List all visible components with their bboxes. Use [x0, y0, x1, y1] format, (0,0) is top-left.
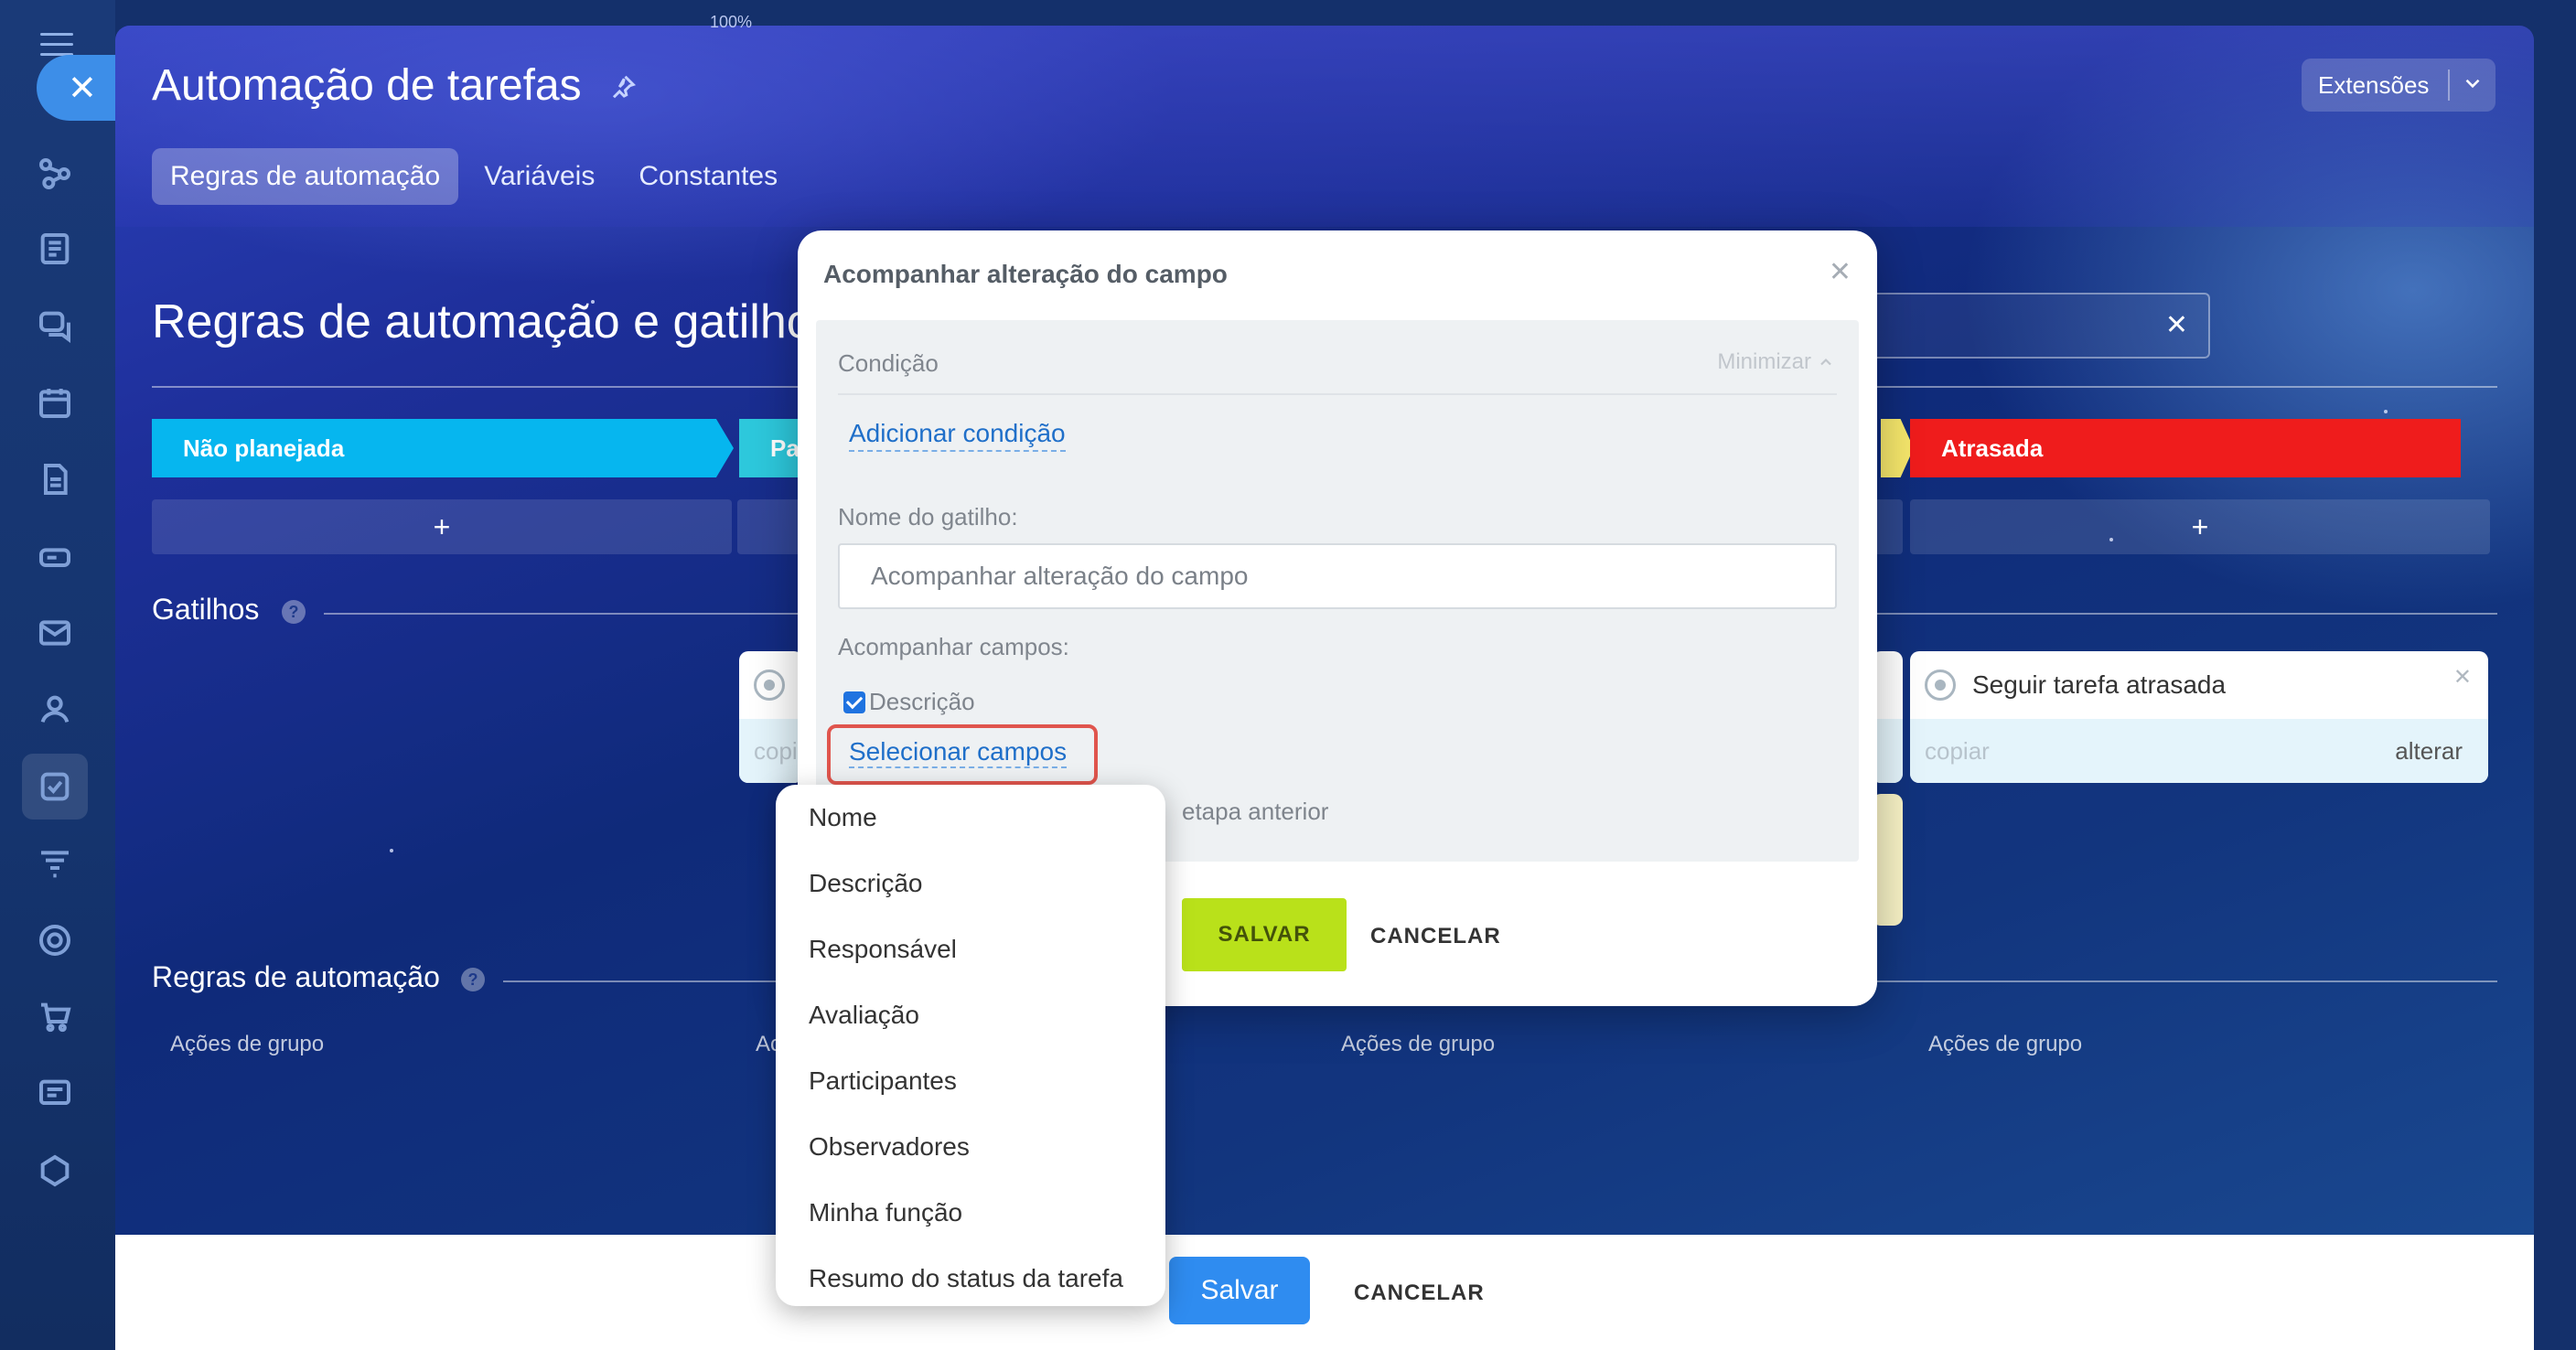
filter-icon[interactable]	[35, 843, 75, 884]
board-icon[interactable]	[35, 1074, 75, 1114]
fields-dropdown: Nome Descrição Responsável Avaliação Par…	[776, 785, 1165, 1306]
tab-constants[interactable]: Constantes	[620, 148, 796, 205]
dropdown-option[interactable]: Participantes	[809, 1066, 957, 1096]
group-actions-link[interactable]: Ações de grupo	[1928, 1032, 2082, 1057]
alter-link[interactable]: alterar	[2395, 737, 2463, 766]
trigger-icon	[754, 670, 785, 701]
chevron-down-icon[interactable]	[2461, 71, 2485, 95]
trigger-card[interactable]: copia	[739, 651, 803, 783]
stage-not-planned[interactable]: Não planejada	[152, 419, 734, 477]
cancel-button[interactable]: CANCELAR	[1354, 1280, 1485, 1306]
save-button[interactable]: Salvar	[1169, 1257, 1310, 1324]
tab-bar: Regras de automação Variáveis Constantes	[152, 148, 803, 205]
group-actions-link[interactable]: Ações de grupo	[170, 1032, 324, 1057]
extensions-label: Extensões	[2318, 70, 2430, 99]
select-fields-highlight: Selecionar campos	[827, 724, 1098, 785]
chat-icon[interactable]	[35, 305, 75, 346]
add-condition-link[interactable]: Adicionar condição	[849, 419, 1066, 452]
menu-icon[interactable]	[40, 33, 73, 57]
drive-icon[interactable]	[35, 536, 75, 576]
dropdown-option[interactable]: Descrição	[809, 869, 922, 898]
checkbox[interactable]	[843, 691, 865, 713]
tasks-icon[interactable]	[22, 754, 88, 820]
document-icon[interactable]	[35, 459, 75, 499]
trigger-icon	[1925, 670, 1956, 701]
checkbox-label: Descrição	[869, 688, 975, 715]
clear-icon[interactable]: ✕	[2165, 309, 2188, 341]
add-rule-button[interactable]: +	[152, 499, 732, 554]
field-checkbox-row[interactable]: Descrição	[843, 688, 975, 716]
dropdown-option[interactable]: Avaliação	[809, 1001, 919, 1030]
extension-icon[interactable]	[35, 1151, 75, 1191]
dialog-title: Acompanhar alteração do campo	[823, 260, 1228, 288]
dropdown-option[interactable]: Responsável	[809, 935, 957, 964]
dropdown-option[interactable]: Observadores	[809, 1132, 970, 1162]
pin-icon[interactable]	[609, 73, 637, 101]
section-title: Regras de automação e gatilhos	[152, 295, 837, 348]
trigger-name-label: Nome do gatilho:	[838, 503, 1018, 530]
dialog-body: Condição Minimizar Adicionar condição No…	[816, 320, 1859, 862]
track-fields-label: Acompanhar campos:	[838, 633, 1069, 660]
cart-icon[interactable]	[35, 997, 75, 1037]
triggers-title: Gatilhos	[152, 593, 260, 626]
group-actions-link[interactable]: Ações de grupo	[1341, 1032, 1495, 1057]
help-icon[interactable]: ?	[282, 600, 306, 624]
stage-overdue[interactable]: Atrasada	[1910, 419, 2461, 477]
close-icon[interactable]: ✕	[2453, 664, 2472, 691]
divider	[838, 393, 1837, 395]
news-icon[interactable]	[35, 229, 75, 269]
tab-variables[interactable]: Variáveis	[466, 148, 613, 205]
mail-icon[interactable]	[35, 613, 75, 653]
tab-automation-rules[interactable]: Regras de automação	[152, 148, 459, 205]
sitemap-icon[interactable]	[35, 154, 75, 194]
extensions-button[interactable]: Extensões	[2302, 59, 2496, 112]
page-title: Automação de tarefas	[152, 61, 582, 110]
trigger-title: Seguir tarefa atrasada	[1972, 670, 2227, 699]
dropdown-option[interactable]: Nome	[809, 803, 877, 832]
minimize-link[interactable]: Minimizar	[1717, 349, 1811, 375]
copy-link[interactable]: copia	[754, 737, 803, 766]
previous-stage-text: etapa anterior	[1182, 798, 1329, 825]
stage-arrow	[1881, 419, 1914, 477]
dropdown-option[interactable]: Resumo do status da tarefa	[809, 1264, 1123, 1293]
target-icon[interactable]	[35, 920, 75, 960]
select-fields-link[interactable]: Selecionar campos	[849, 737, 1068, 768]
dialog-cancel-button[interactable]: CANCELAR	[1370, 924, 1501, 949]
calendar-icon[interactable]	[35, 382, 75, 423]
help-icon[interactable]: ?	[461, 968, 485, 991]
add-rule-button[interactable]	[737, 499, 801, 554]
dialog-save-button[interactable]: SALVAR	[1182, 898, 1347, 971]
copy-link[interactable]: copiar	[1925, 737, 1990, 766]
divider	[2448, 70, 2450, 101]
contacts-icon[interactable]	[35, 690, 75, 730]
close-icon[interactable]: ✕	[1829, 256, 1852, 288]
chevron-up-icon[interactable]	[1817, 353, 1835, 371]
close-slider-button[interactable]: ✕	[37, 55, 128, 121]
dropdown-option[interactable]: Minha função	[809, 1198, 962, 1227]
footer-bar	[115, 1235, 2534, 1350]
trigger-card-overdue[interactable]: Seguir tarefa atrasada copiar alterar ✕	[1910, 651, 2488, 783]
rules-title: Regras de automação	[152, 960, 440, 993]
add-rule-button[interactable]: +	[1910, 499, 2490, 554]
zoom-level: 100%	[710, 13, 753, 31]
trigger-name-input[interactable]: Acompanhar alteração do campo	[838, 543, 1837, 609]
condition-label: Condição	[838, 349, 939, 377]
left-rail: ✕	[0, 0, 128, 1350]
